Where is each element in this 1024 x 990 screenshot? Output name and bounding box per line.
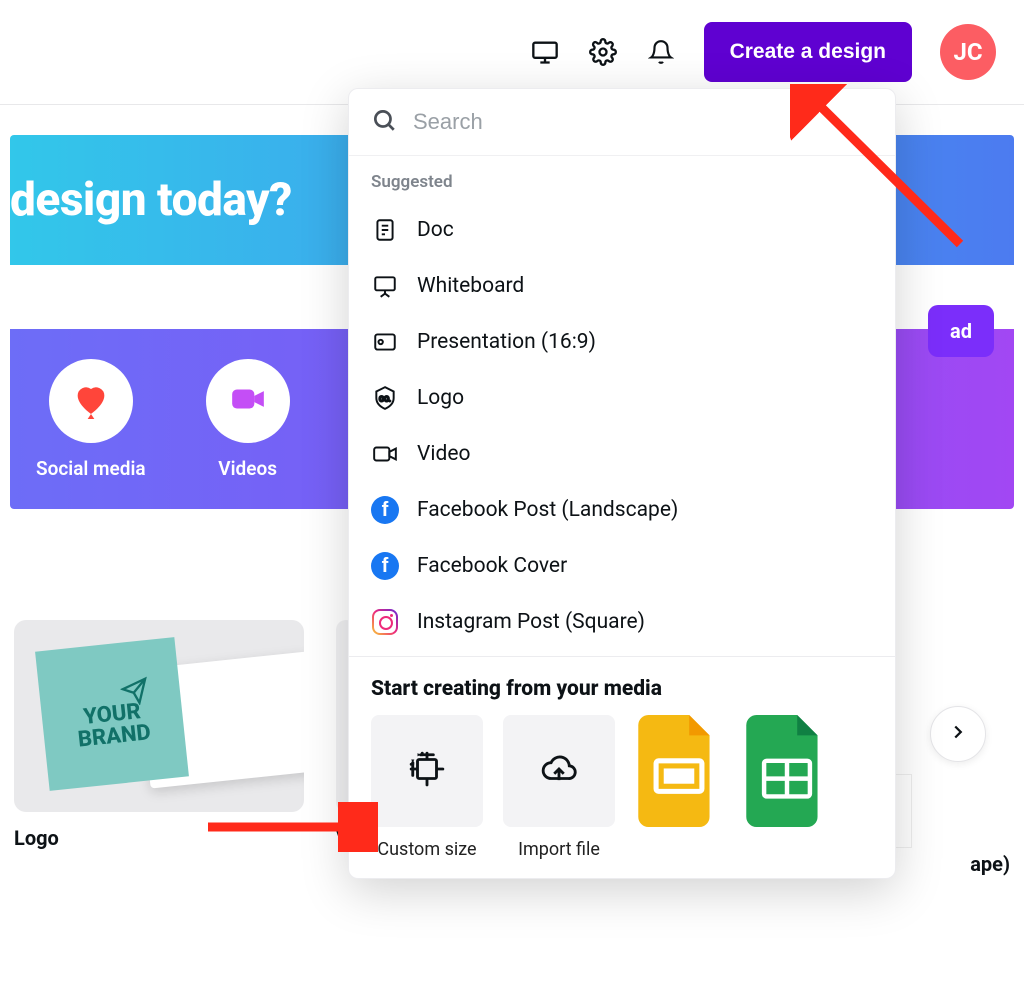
media-tile-custom-size[interactable]: Custom size	[371, 715, 483, 860]
whiteboard-icon	[371, 272, 399, 300]
media-tile-gsheets[interactable]	[743, 715, 831, 827]
dropdown-item-facebook-cover[interactable]: f Facebook Cover	[349, 538, 895, 594]
media-row: Custom size Import file	[349, 715, 895, 860]
desktop-icon[interactable]	[530, 37, 560, 67]
annotation-arrow-2	[208, 802, 378, 852]
category-label: Videos	[218, 457, 277, 480]
hero-headline-text: design today?	[10, 173, 292, 227]
header-icon-group	[530, 37, 676, 67]
dropdown-item-label: Presentation (16:9)	[417, 330, 596, 354]
dropdown-item-label: Logo	[417, 386, 464, 410]
svg-text:CO.: CO.	[379, 394, 391, 403]
custom-size-icon	[408, 750, 446, 792]
bell-icon[interactable]	[646, 37, 676, 67]
video-icon	[229, 380, 267, 422]
dropdown-item-label: Facebook Cover	[417, 554, 567, 578]
instagram-icon	[371, 608, 399, 636]
video-icon	[371, 440, 399, 468]
heart-icon	[71, 379, 111, 423]
dropdown-item-label: Doc	[417, 218, 454, 242]
create-design-button[interactable]: Create a design	[704, 22, 912, 82]
search-icon	[371, 107, 397, 137]
category-videos[interactable]: Videos	[206, 359, 290, 480]
media-tile-label: Custom size	[377, 839, 476, 860]
truncated-label-right: ape)	[970, 852, 1010, 876]
presentation-icon	[371, 328, 399, 356]
category-label: Social media	[36, 457, 146, 480]
dropdown-item-logo[interactable]: CO. Logo	[349, 370, 895, 426]
media-section-title: Start creating from your media	[349, 657, 895, 715]
media-tile-gslides[interactable]	[635, 715, 723, 827]
template-thumb: YOUR BRAND	[14, 620, 304, 812]
dropdown-item-label: Instagram Post (Square)	[417, 610, 645, 634]
dropdown-item-whiteboard[interactable]: Whiteboard	[349, 258, 895, 314]
doc-icon	[371, 216, 399, 244]
carousel-next-button[interactable]	[930, 706, 986, 762]
google-sheets-icon	[743, 715, 831, 827]
cloud-upload-icon	[540, 750, 578, 792]
category-social-media[interactable]: Social media	[36, 359, 146, 480]
avatar[interactable]: JC	[940, 24, 996, 80]
dropdown-item-label: Facebook Post (Landscape)	[417, 498, 678, 522]
dropdown-item-facebook-post[interactable]: f Facebook Post (Landscape)	[349, 482, 895, 538]
annotation-arrow-1	[790, 84, 970, 264]
media-tile-label: Import file	[518, 839, 600, 860]
dropdown-item-video[interactable]: Video	[349, 426, 895, 482]
gear-icon[interactable]	[588, 37, 618, 67]
google-slides-icon	[635, 715, 723, 827]
facebook-icon: f	[371, 496, 399, 524]
upload-button-fragment[interactable]: ad	[928, 305, 994, 357]
dropdown-item-instagram-post[interactable]: Instagram Post (Square)	[349, 594, 895, 650]
brand-text-2: BRAND	[77, 722, 152, 752]
logo-icon: CO.	[371, 384, 399, 412]
media-tile-import-file[interactable]: Import file	[503, 715, 615, 860]
dropdown-item-presentation[interactable]: Presentation (16:9)	[349, 314, 895, 370]
chevron-right-icon	[947, 721, 969, 747]
facebook-icon: f	[371, 552, 399, 580]
dropdown-item-label: Video	[417, 442, 470, 466]
dropdown-item-label: Whiteboard	[417, 274, 524, 298]
